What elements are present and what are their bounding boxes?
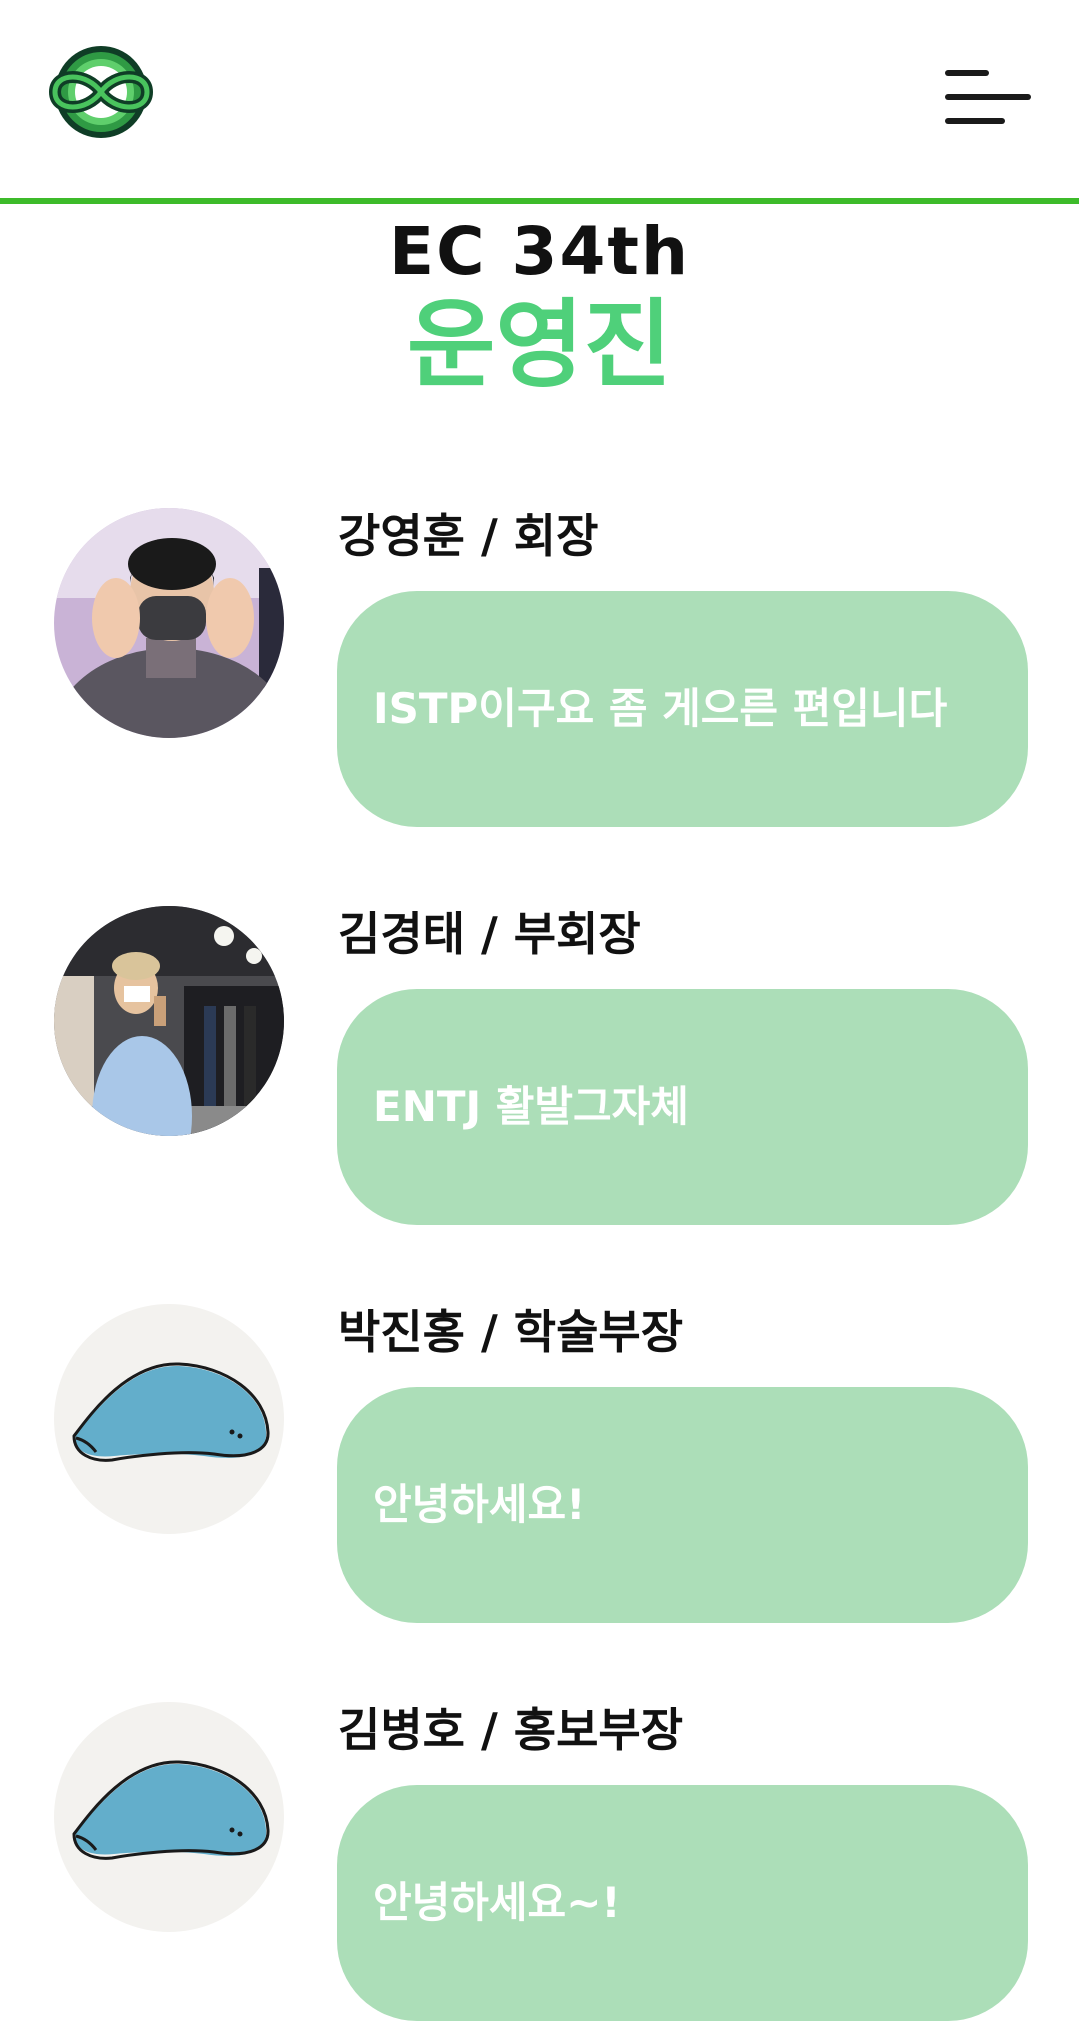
menu-line [945,70,989,76]
intro-bubble: 안녕하세요! [337,1387,1028,1623]
infinity-logo-icon[interactable] [35,44,167,140]
intro-text: 안녕하세요~! [373,1878,621,1927]
menu-line [945,118,1005,124]
member-name: 김경태 / 부회장 [338,907,641,961]
default-whale-avatar [54,1304,284,1534]
menu-line [945,94,1031,100]
intro-bubble: 안녕하세요~! [337,1785,1028,2021]
member-card: 김경태 / 부회장 ENTJ 활발그자체 [0,906,1079,1226]
page-title: EC 34th 운영진 [0,212,1079,400]
member-card: 김병호 / 홍보부장 안녕하세요~! [0,1702,1079,2022]
avatar [54,508,284,738]
intro-bubble: ISTP이구요 좀 게으른 편입니다 [337,591,1028,827]
member-card: 강영훈 / 회장 ISTP이구요 좀 게으른 편입니다 [0,508,1079,828]
member-card: 박진홍 / 학술부장 안녕하세요! [0,1304,1079,1624]
intro-bubble: ENTJ 활발그자체 [337,989,1028,1225]
member-name: 박진홍 / 학술부장 [338,1305,684,1359]
hamburger-menu-icon[interactable] [945,66,1031,130]
member-name: 김병호 / 홍보부장 [338,1703,684,1757]
top-header [0,0,1079,204]
default-whale-avatar [54,1702,284,1932]
title-generation: EC 34th [389,213,690,290]
intro-text: ENTJ 활발그자체 [373,1082,689,1131]
member-name: 강영훈 / 회장 [338,509,599,563]
intro-text: 안녕하세요! [373,1480,586,1529]
title-staff: 운영진 [407,289,672,401]
intro-text: ISTP이구요 좀 게으른 편입니다 [373,684,948,733]
avatar [54,906,284,1136]
